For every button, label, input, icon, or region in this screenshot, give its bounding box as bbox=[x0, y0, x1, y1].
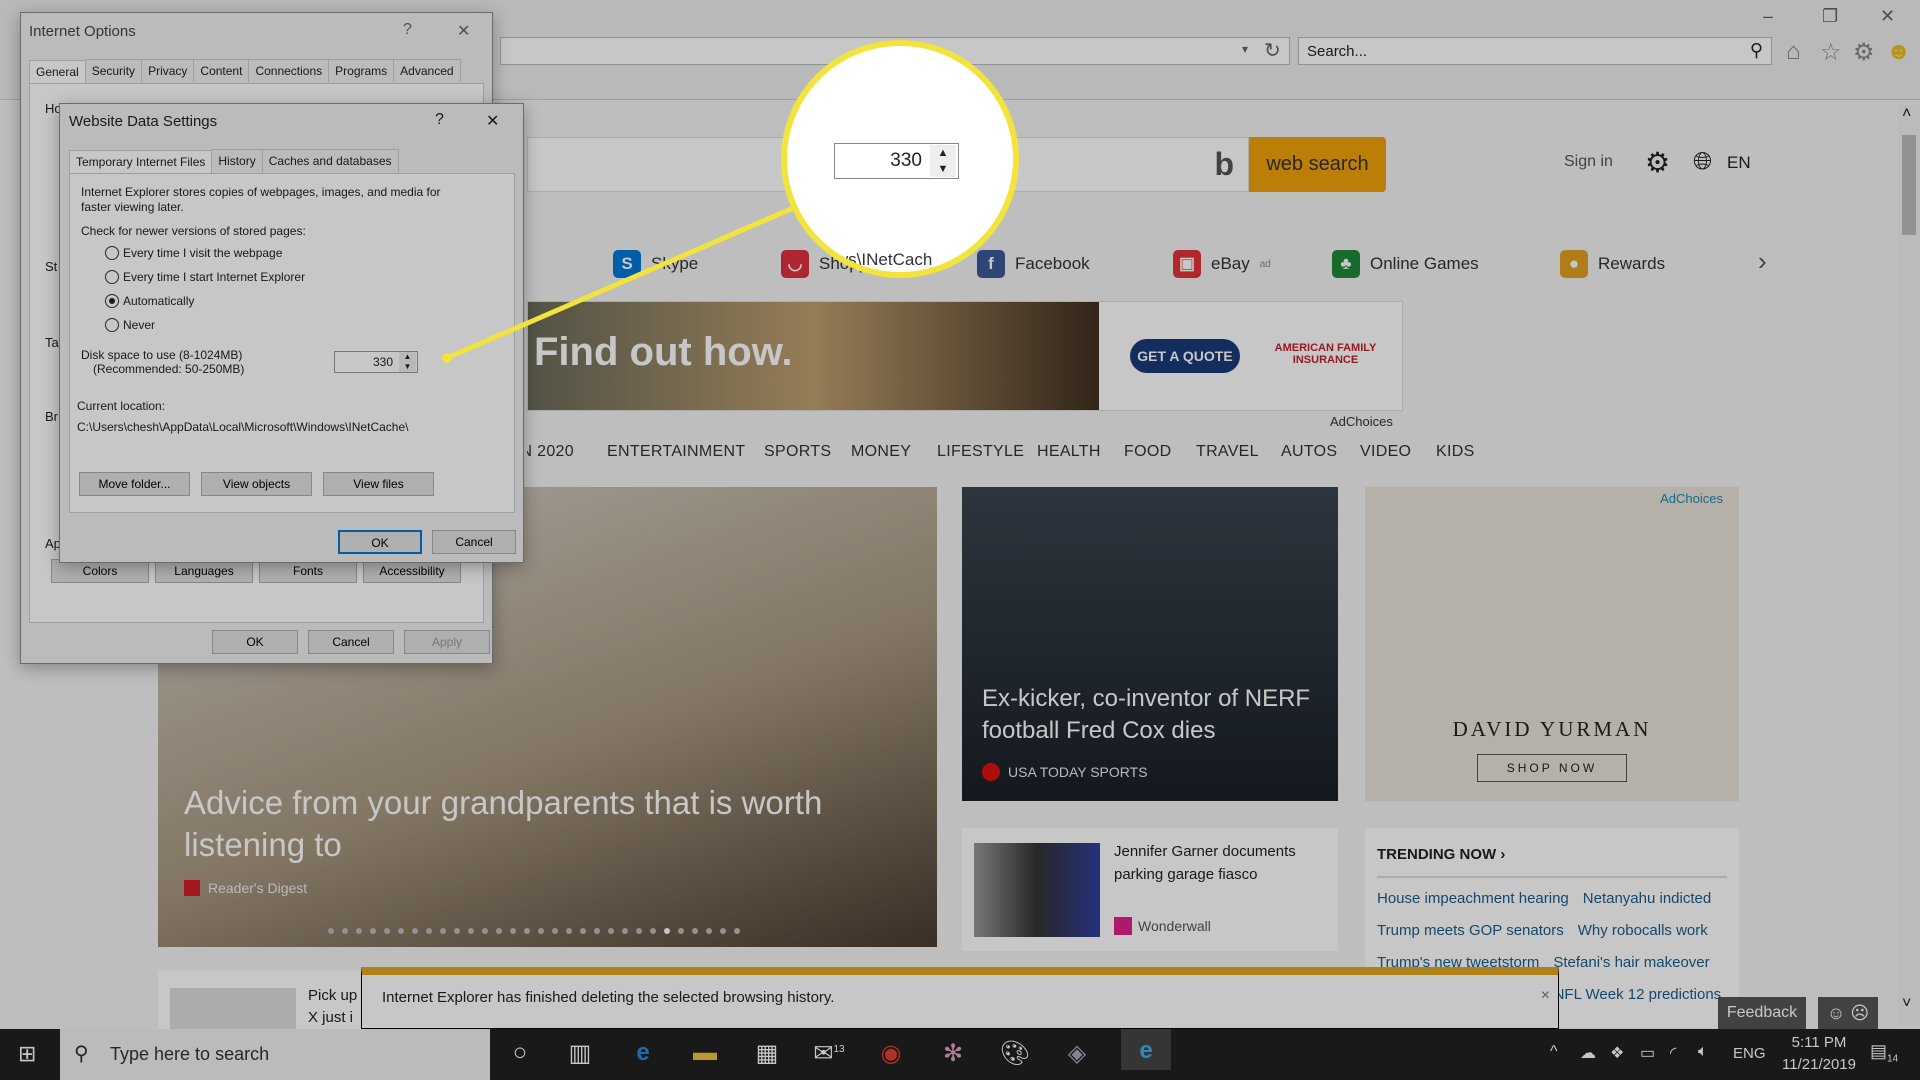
magnified-value: 330 bbox=[890, 150, 922, 171]
magnifier-callout: 330 ▲ ▼ dows\INetCach bbox=[781, 40, 1019, 278]
magnified-stepper: 330 ▲ ▼ bbox=[834, 143, 959, 179]
increment-icon: ▲ bbox=[937, 147, 949, 159]
magnified-text: dows\INetCach bbox=[817, 250, 933, 269]
decrement-icon: ▼ bbox=[937, 163, 949, 175]
